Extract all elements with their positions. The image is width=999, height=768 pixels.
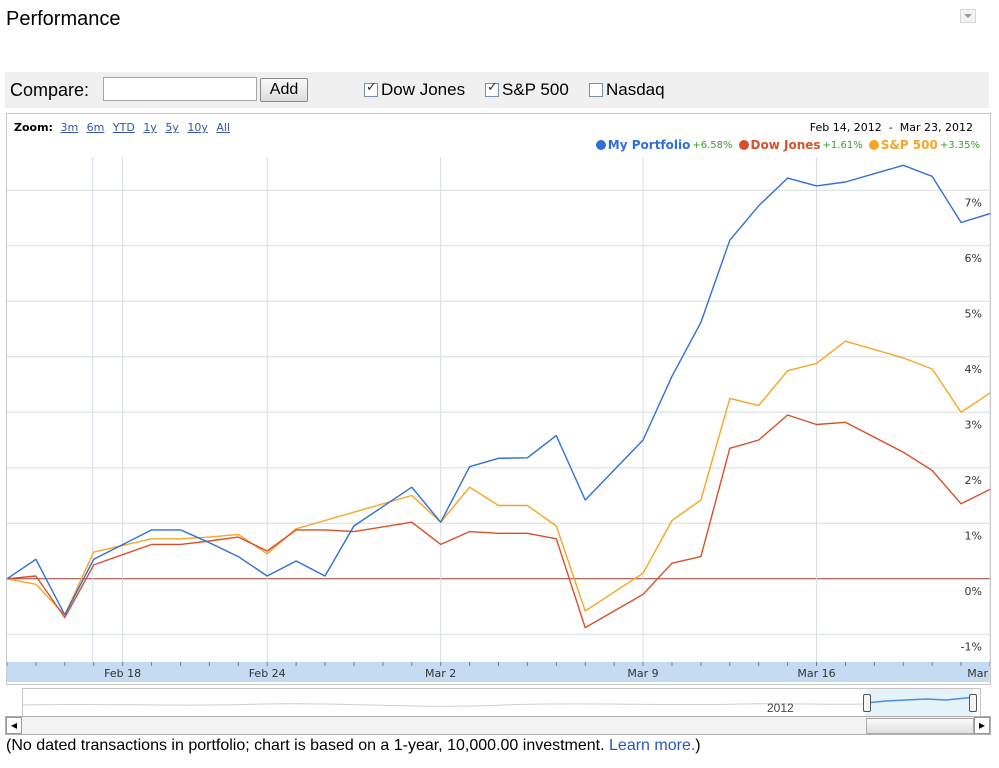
chart-legend: My Portfolio +6.58% Dow Jones +1.61% S&P…	[590, 138, 980, 152]
x-tick-label: Mar 2	[425, 667, 456, 680]
navigator-year-label: 2012	[767, 701, 794, 715]
zoom-controls: Zoom: 3m 6m YTD 1y 5y 10y All	[14, 121, 235, 134]
nasdaq-checkbox-group[interactable]: Nasdaq	[589, 80, 665, 100]
learn-more-link[interactable]: Learn more.	[609, 737, 695, 754]
y-tick-label: 4%	[965, 363, 982, 376]
navigator-selection[interactable]	[866, 689, 973, 717]
zoom-1y[interactable]: 1y	[143, 121, 157, 134]
zoom-10y[interactable]: 10y	[187, 121, 208, 134]
scroll-left-arrow-icon[interactable]: ◂	[6, 717, 22, 734]
legend-item-dow: Dow Jones +1.61%	[738, 138, 863, 152]
legend-dot-portfolio	[595, 140, 606, 150]
legend-change-portfolio: +6.58%	[692, 139, 733, 151]
y-tick-label: 7%	[965, 196, 982, 209]
y-tick-label: 6%	[965, 252, 982, 265]
page-title: Performance	[6, 8, 121, 30]
x-tick-label: Feb 18	[104, 667, 141, 680]
dow-jones-checkbox-group[interactable]: Dow Jones	[364, 80, 465, 100]
date-range-start: Feb 14, 2012	[809, 121, 882, 134]
scroll-right-arrow-icon[interactable]: ▸	[974, 717, 990, 734]
y-tick-label: -1%	[961, 640, 982, 653]
nasdaq-checkbox[interactable]	[589, 83, 603, 97]
navigator-selection-line	[866, 696, 973, 704]
y-tick-label: 1%	[965, 529, 982, 542]
navigator-left-handle[interactable]	[863, 694, 871, 712]
chart-plot: -1% 0% 1% 2% 3% 4% 5% 6% 7% Feb 18 Feb 24 Mar 2 Mar …	[7, 157, 990, 682]
date-range-separator: -	[888, 121, 893, 134]
timeline-scrollbar[interactable]: ◂ ▸	[5, 716, 991, 735]
dow-jones-label: Dow Jones	[381, 80, 466, 99]
x-tick-label: Mar 16	[797, 667, 835, 680]
compare-label: Compare:	[10, 80, 90, 100]
y-tick-label: 5%	[965, 307, 982, 320]
zoom-label: Zoom:	[14, 121, 53, 134]
nasdaq-label: Nasdaq	[606, 80, 665, 99]
y-tick-label: 2%	[965, 474, 982, 487]
y-tick-label: 3%	[965, 418, 982, 431]
legend-name-portfolio: My Portfolio	[607, 138, 691, 152]
footnote: (No dated transactions in portfolio; cha…	[6, 737, 701, 755]
navigator-right-handle[interactable]	[969, 694, 977, 712]
dow-jones-checkbox[interactable]	[364, 80, 378, 97]
legend-dot-dow	[738, 140, 749, 150]
dow-jones-line	[7, 414, 990, 629]
timeline-navigator[interactable]: 2012	[22, 688, 981, 718]
options-dropdown[interactable]	[960, 9, 976, 23]
x-tick-label: Mar 9	[627, 667, 658, 680]
navigator-sparkline	[23, 703, 867, 707]
zoom-5y[interactable]: 5y	[165, 121, 179, 134]
date-range-end: Mar 23, 2012	[899, 121, 973, 134]
sp500-checkbox[interactable]	[485, 80, 499, 97]
footnote-text: (No dated transactions in portfolio; cha…	[6, 737, 605, 754]
date-range: Feb 14, 2012 - Mar 23, 2012	[810, 121, 973, 134]
zoom-3m[interactable]: 3m	[60, 121, 78, 134]
legend-name-dow: Dow Jones	[750, 138, 821, 152]
zoom-6m[interactable]: 6m	[87, 121, 105, 134]
legend-change-sp: +3.35%	[939, 139, 980, 151]
performance-chart: -1% 0% 1% 2% 3% 4% 5% 6% 7% Feb 18 Feb 24 Mar 2 Mar …	[6, 113, 991, 685]
legend-item-sp: S&P 500 +3.35%	[868, 138, 980, 152]
legend-change-dow: +1.61%	[822, 139, 863, 151]
footnote-close: )	[695, 737, 701, 754]
add-button[interactable]: Add	[260, 78, 308, 102]
scroll-thumb[interactable]	[866, 718, 974, 734]
legend-name-sp: S&P 500	[880, 138, 938, 152]
y-tick-label: 0%	[965, 585, 982, 598]
sp500-checkbox-group[interactable]: S&P 500	[485, 80, 569, 100]
sp500-label: S&P 500	[502, 80, 569, 99]
zoom-ytd[interactable]: YTD	[113, 121, 135, 134]
sp500-line	[7, 340, 990, 616]
zoom-all[interactable]: All	[216, 121, 230, 134]
compare-toolbar: Compare: Add Dow Jones S&P 500 Nasdaq	[5, 72, 989, 108]
legend-item-portfolio: My Portfolio +6.58%	[595, 138, 733, 152]
x-tick-label: Mar	[967, 667, 988, 680]
compare-input[interactable]	[103, 77, 257, 101]
x-tick-label: Feb 24	[249, 667, 286, 680]
portfolio-line	[7, 164, 990, 616]
legend-dot-sp	[868, 140, 879, 150]
